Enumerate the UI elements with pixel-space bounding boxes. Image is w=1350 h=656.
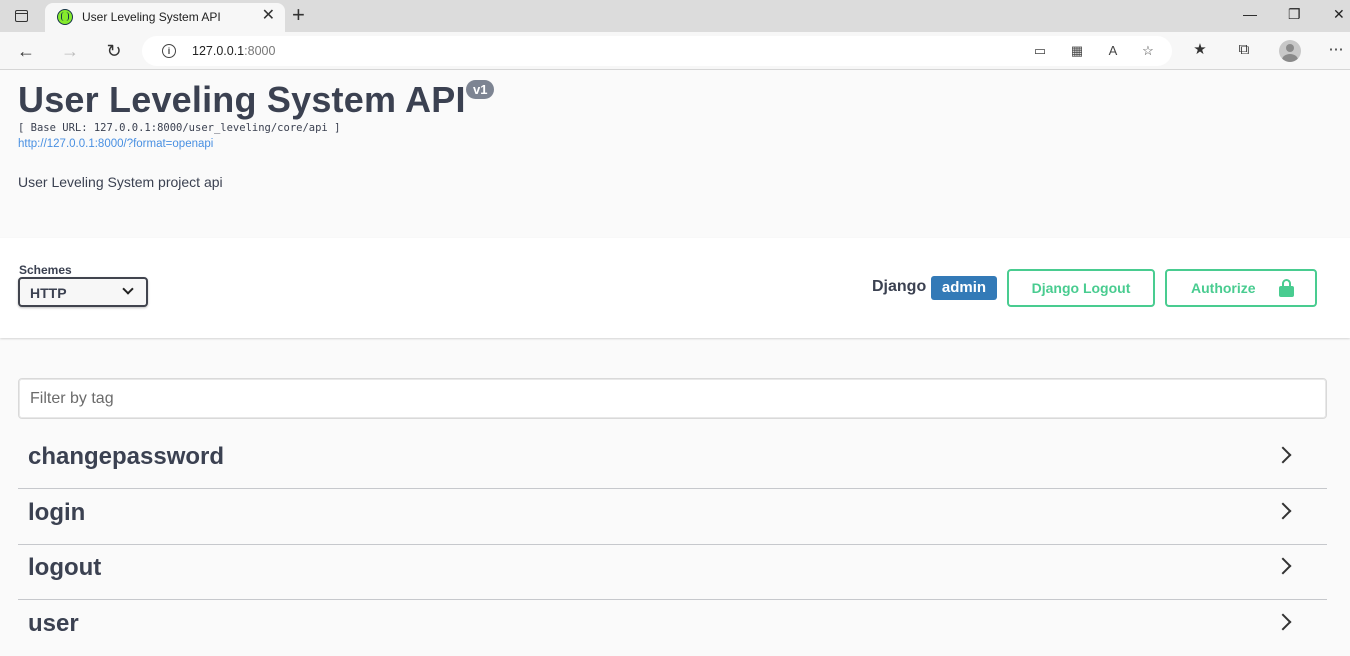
swagger-favicon-icon xyxy=(57,9,73,25)
refresh-icon[interactable]: ↻ xyxy=(103,40,125,62)
tag-name: changepassword xyxy=(28,443,225,470)
profile-avatar[interactable] xyxy=(1279,40,1301,62)
openapi-spec-link[interactable]: http://127.0.0.1:8000/?format=openapi xyxy=(18,138,213,150)
back-icon[interactable]: ← xyxy=(15,40,37,62)
tag-section-user[interactable]: user xyxy=(18,601,1327,656)
tag-section-logout[interactable]: logout xyxy=(18,545,1327,600)
browser-toolbar: ← → ↻ i 127.0.0.1:8000 ▭ ▦ A ☆ ★ ⧉ ⋯ xyxy=(0,32,1350,70)
filter-by-tag-input[interactable] xyxy=(18,378,1327,419)
tag-section-login[interactable]: login xyxy=(18,490,1327,545)
authorize-button[interactable]: Authorize xyxy=(1165,269,1317,307)
restore-icon[interactable]: ❐ xyxy=(1288,6,1301,23)
scheme-container: Schemes HTTP Django admin Django Logout … xyxy=(0,238,1350,338)
chevron-right-icon[interactable] xyxy=(1274,613,1292,631)
tab-actions-bar xyxy=(15,10,28,14)
django-label: Django xyxy=(872,278,927,295)
django-logout-button[interactable]: Django Logout xyxy=(1007,269,1155,307)
tag-name: user xyxy=(28,610,79,637)
lock-body xyxy=(1279,286,1294,297)
url-text[interactable]: 127.0.0.1:8000 xyxy=(192,44,275,58)
apps-grid-icon[interactable]: ▦ xyxy=(1069,43,1085,59)
device-icon[interactable]: ▭ xyxy=(1032,43,1048,59)
browser-tab[interactable]: User Leveling System API ✕ xyxy=(45,3,285,32)
site-info-icon[interactable]: i xyxy=(162,44,176,58)
tab-title: User Leveling System API xyxy=(82,10,221,24)
tag-section-changepassword[interactable]: changepassword xyxy=(18,434,1327,489)
api-info: User Leveling System API v1 [ Base URL: … xyxy=(0,71,1350,238)
address-bar[interactable]: i 127.0.0.1:8000 ▭ ▦ A ☆ xyxy=(142,36,1172,66)
more-menu-icon[interactable]: ⋯ xyxy=(1326,40,1346,60)
schemes-label: Schemes xyxy=(19,263,72,277)
window-close-icon[interactable]: ✕ xyxy=(1333,6,1345,23)
add-favorite-icon[interactable]: ☆ xyxy=(1140,43,1156,59)
schemes-selected-value: HTTP xyxy=(30,285,67,301)
chevron-right-icon[interactable] xyxy=(1274,446,1292,464)
minimize-icon[interactable]: — xyxy=(1243,6,1257,22)
base-url: [ Base URL: 127.0.0.1:8000/user_leveling… xyxy=(18,122,341,134)
tag-name: logout xyxy=(28,554,102,581)
tab-actions-icon[interactable] xyxy=(12,8,32,24)
favorites-icon[interactable]: ★ xyxy=(1190,40,1210,60)
schemes-select[interactable]: HTTP xyxy=(18,277,148,307)
authorize-label: Authorize xyxy=(1191,280,1256,296)
tag-name: login xyxy=(28,499,86,526)
browser-titlebar: User Leveling System API ✕ + — ❐ ✕ xyxy=(0,0,1350,32)
chevron-down-icon xyxy=(122,283,134,295)
version-badge: v1 xyxy=(466,80,495,99)
user-badge: admin xyxy=(931,276,997,300)
swagger-page: User Leveling System API v1 [ Base URL: … xyxy=(0,71,1350,652)
read-aloud-icon[interactable]: A xyxy=(1105,43,1121,59)
api-description: User Leveling System project api xyxy=(18,174,223,190)
tab-close-icon[interactable]: ✕ xyxy=(262,8,275,24)
chevron-right-icon[interactable] xyxy=(1274,557,1292,575)
api-title: User Leveling System API xyxy=(18,79,466,120)
new-tab-icon[interactable]: + xyxy=(292,4,305,26)
chevron-right-icon[interactable] xyxy=(1274,502,1292,520)
collections-icon[interactable]: ⧉ xyxy=(1234,40,1254,60)
lock-icon xyxy=(1279,279,1294,297)
url-host: 127.0.0.1 xyxy=(192,44,245,58)
url-port: :8000 xyxy=(244,44,276,58)
forward-icon[interactable]: → xyxy=(59,40,81,62)
